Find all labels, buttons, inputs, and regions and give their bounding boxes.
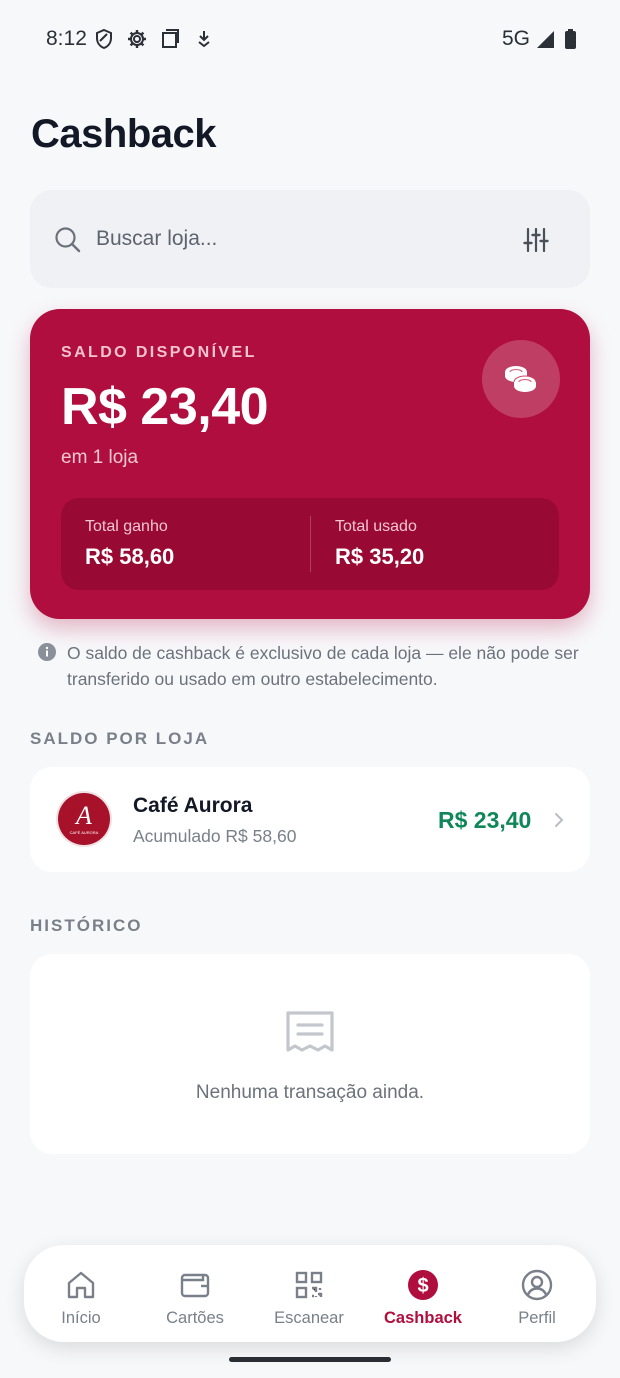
- coins-badge: [482, 340, 560, 418]
- balance-card: SALDO DISPONÍVEL R$ 23,40 em 1 loja Tota…: [30, 309, 590, 619]
- status-bar: 8:12 5G: [0, 0, 620, 80]
- balance-label: SALDO DISPONÍVEL: [61, 344, 257, 361]
- nav-label: Início: [61, 1309, 101, 1327]
- nav-label: Escanear: [274, 1309, 344, 1327]
- network-type: 5G: [502, 27, 531, 50]
- nav-label: Perfil: [518, 1309, 556, 1327]
- page-title: Cashback: [31, 112, 216, 156]
- chevron-right-icon: [555, 813, 564, 827]
- home-icon: [67, 1271, 95, 1299]
- signal-icon: [537, 31, 554, 48]
- total-used: Total usado R$ 35,20: [335, 518, 424, 570]
- nav-item-escanear[interactable]: Escanear: [252, 1245, 366, 1342]
- status-time: 8:12: [46, 27, 87, 50]
- bottom-nav: Início Cartões Escanear $ Cashback Perfi…: [24, 1245, 596, 1342]
- store-accumulated: Acumulado R$ 58,60: [133, 826, 297, 846]
- nav-label: Cashback: [384, 1309, 462, 1327]
- svg-text:$: $: [417, 1275, 428, 1297]
- total-earned: Total ganho R$ 58,60: [85, 518, 174, 570]
- screenshot-icon: [162, 29, 179, 48]
- nav-item-cartoes[interactable]: Cartões: [138, 1245, 252, 1342]
- search-bar[interactable]: [30, 190, 590, 288]
- coins-icon: [505, 366, 537, 392]
- battery-icon: [565, 29, 576, 49]
- nav-label: Cartões: [166, 1309, 224, 1327]
- dollar-icon: $: [408, 1270, 438, 1300]
- receipt-icon: [286, 1011, 334, 1052]
- filter-sliders-icon[interactable]: [522, 226, 550, 254]
- search-icon: [55, 227, 81, 253]
- total-earned-value: R$ 58,60: [85, 544, 175, 569]
- user-icon: [521, 1269, 553, 1301]
- search-input[interactable]: [96, 220, 476, 258]
- nav-item-cashback[interactable]: $ Cashback: [366, 1245, 480, 1342]
- history-section-title: HISTÓRICO: [30, 916, 143, 935]
- nav-item-inicio[interactable]: Início: [24, 1245, 138, 1342]
- info-icon: [38, 643, 56, 661]
- svg-text:A: A: [74, 801, 92, 830]
- balance-value: R$ 23,40: [61, 378, 269, 436]
- shield-icon: [96, 28, 112, 50]
- download-icon: [198, 31, 210, 48]
- store-card-cafe-aurora[interactable]: A CAFÉ AURORA Café Aurora Acumulado R$ 5…: [30, 767, 590, 872]
- store-logo: A CAFÉ AURORA: [58, 793, 110, 845]
- history-card: Nenhuma transação ainda.: [30, 954, 590, 1154]
- home-indicator[interactable]: [229, 1357, 391, 1362]
- total-used-label: Total usado: [335, 518, 417, 535]
- total-earned-label: Total ganho: [85, 518, 168, 535]
- qr-code-icon: [295, 1271, 323, 1299]
- total-used-value: R$ 35,20: [335, 544, 425, 569]
- stores-section-title: SALDO POR LOJA: [30, 729, 210, 748]
- info-text: O saldo de cashback é exclusivo de cada …: [67, 643, 579, 689]
- totals-divider: [310, 516, 311, 572]
- nav-item-perfil[interactable]: Perfil: [480, 1245, 594, 1342]
- gear-icon: [128, 30, 146, 48]
- wallet-icon: [180, 1273, 210, 1298]
- balance-subtitle: em 1 loja: [61, 447, 139, 468]
- store-balance: R$ 23,40: [438, 807, 532, 833]
- store-name: Café Aurora: [133, 794, 253, 817]
- history-empty-text: Nenhuma transação ainda.: [195, 1082, 425, 1103]
- totals-box: Total ganho R$ 58,60 Total usado R$ 35,2…: [61, 498, 559, 590]
- svg-text:CAFÉ AURORA: CAFÉ AURORA: [70, 830, 99, 835]
